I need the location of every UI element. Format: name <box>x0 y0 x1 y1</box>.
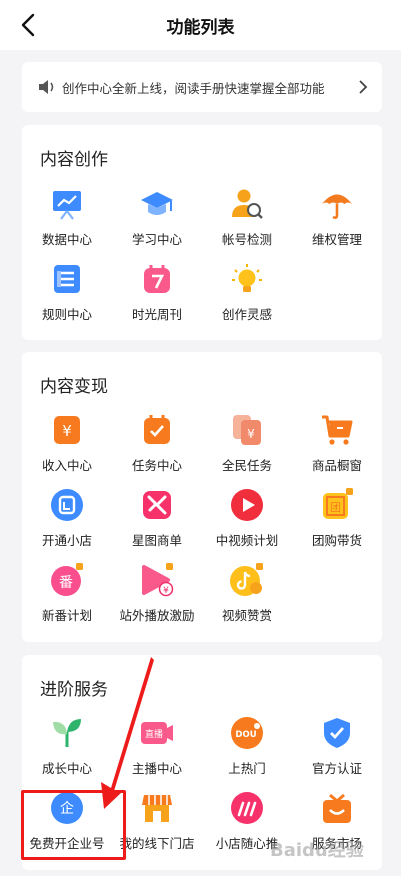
item-medium-video-plan[interactable]: 中视频计划 <box>202 488 292 558</box>
item-label: 帐号检测 <box>221 232 272 247</box>
item-star-map-orders[interactable]: 星图商单 <box>112 488 202 558</box>
item-label: 规则中心 <box>41 307 92 322</box>
play-icon <box>231 489 263 521</box>
section-monetization: 内容变现 ¥ 收入中心 任务中心 ¥ 全民任务 商品橱窗 开通小店 星图商单 中… <box>22 352 382 642</box>
item-new-series-plan[interactable]: 番 新番计划 <box>22 563 112 633</box>
cart-icon <box>322 415 353 445</box>
lightbulb-icon <box>232 264 262 292</box>
item-label: 官方认证 <box>311 761 362 776</box>
group-buy-icon: 团 <box>323 488 353 519</box>
service-market-icon <box>323 793 351 823</box>
svg-text:¥: ¥ <box>62 422 72 440</box>
chart-board-icon <box>53 191 81 220</box>
item-time-weekly[interactable]: 时光周刊 <box>112 262 202 332</box>
item-label: 中视频计划 <box>215 533 279 548</box>
svg-text:¥: ¥ <box>247 427 255 441</box>
item-go-trending[interactable]: DOU 上热门 <box>202 716 292 786</box>
item-income-center[interactable]: ¥ 收入中心 <box>22 413 112 483</box>
svg-text:¥: ¥ <box>163 586 169 596</box>
speaker-icon <box>39 80 54 94</box>
item-label: 站外播放激励 <box>119 608 195 623</box>
section-title: 进阶服务 <box>40 680 108 700</box>
item-label: 成长中心 <box>41 761 92 776</box>
verified-shield-icon <box>324 718 350 748</box>
item-label: 学习中心 <box>131 232 182 247</box>
item-open-shop[interactable]: 开通小店 <box>22 488 112 558</box>
play-yen-icon: ¥ <box>142 563 174 597</box>
item-label: 商品橱窗 <box>311 458 362 473</box>
item-label: 主播中心 <box>131 761 182 776</box>
item-rules-center[interactable]: 规则中心 <box>22 262 112 332</box>
top-bar: 功能列表 <box>0 0 401 50</box>
item-account-check[interactable]: 帐号检测 <box>202 187 292 257</box>
calendar-7-icon <box>144 265 170 293</box>
svg-text:DOU: DOU <box>235 730 256 740</box>
task-icon <box>144 415 170 444</box>
item-label: 数据中心 <box>41 232 92 247</box>
item-label: 上热门 <box>228 761 266 776</box>
item-learning-center[interactable]: 学习中心 <box>112 187 202 257</box>
section-title: 内容变现 <box>40 377 108 397</box>
svg-text:番: 番 <box>59 575 73 591</box>
item-product-showcase[interactable]: 商品橱窗 <box>292 413 382 483</box>
shop-bag-icon <box>51 489 83 521</box>
item-group-buy[interactable]: 团 团购带货 <box>292 488 382 558</box>
live-icon: 直播 <box>141 722 173 744</box>
item-label: 全民任务 <box>221 458 272 473</box>
umbrella-icon <box>322 194 352 219</box>
storefront-icon <box>142 795 172 822</box>
item-label: 星图商单 <box>131 533 182 548</box>
item-video-tipping[interactable]: 视频赞赏 <box>202 563 292 633</box>
item-label: 时光周刊 <box>131 307 182 322</box>
yen-cards-icon: ¥ <box>233 415 261 445</box>
notice-text: 创作中心全新上线，阅读手册快速掌握全部功能 <box>62 81 325 96</box>
yen-icon: ¥ <box>54 416 80 444</box>
item-label: 维权管理 <box>311 232 362 247</box>
item-creative-inspiration[interactable]: 创作灵感 <box>202 262 292 332</box>
item-data-center[interactable]: 数据中心 <box>22 187 112 257</box>
user-check-icon <box>232 189 263 219</box>
section-title: 内容创作 <box>40 150 108 170</box>
item-label: 团购带货 <box>311 533 362 548</box>
item-all-tasks[interactable]: ¥ 全民任务 <box>202 413 292 483</box>
notice-banner[interactable]: 创作中心全新上线，阅读手册快速掌握全部功能 <box>22 62 382 112</box>
watermark: Baidu经验 <box>270 840 364 861</box>
item-label: 任务中心 <box>131 458 182 473</box>
section-content-creation: 内容创作 数据中心 学习中心 帐号检测 维权管理 规则中心 时光周刊 创作灵感 <box>22 125 382 340</box>
fan-icon: 番 <box>51 563 83 596</box>
highlight-box <box>21 790 126 860</box>
star-map-icon <box>143 491 171 519</box>
boost-icon <box>231 792 263 824</box>
graduation-cap-icon <box>141 192 173 215</box>
sprout-icon <box>53 719 81 747</box>
page-title: 功能列表 <box>166 18 235 38</box>
item-offsite-play-incentive[interactable]: ¥ 站外播放激励 <box>112 563 202 633</box>
item-official-verification[interactable]: 官方认证 <box>292 716 382 786</box>
item-label: 收入中心 <box>41 458 92 473</box>
dou-plus-icon: DOU <box>231 717 263 749</box>
item-label: 新番计划 <box>41 608 92 623</box>
rulebook-icon <box>54 265 80 293</box>
chevron-right-icon <box>359 80 368 94</box>
item-label: 创作灵感 <box>221 307 272 322</box>
item-streamer-center[interactable]: 直播 主播中心 <box>112 716 202 786</box>
item-label: 视频赞赏 <box>221 608 272 623</box>
tiktok-coin-icon <box>230 563 263 596</box>
item-rights-management[interactable]: 维权管理 <box>292 187 382 257</box>
item-label: 开通小店 <box>41 533 92 548</box>
item-growth-center[interactable]: 成长中心 <box>22 716 112 786</box>
svg-text:团: 团 <box>330 501 341 514</box>
item-task-center[interactable]: 任务中心 <box>112 413 202 483</box>
svg-text:直播: 直播 <box>145 728 163 740</box>
